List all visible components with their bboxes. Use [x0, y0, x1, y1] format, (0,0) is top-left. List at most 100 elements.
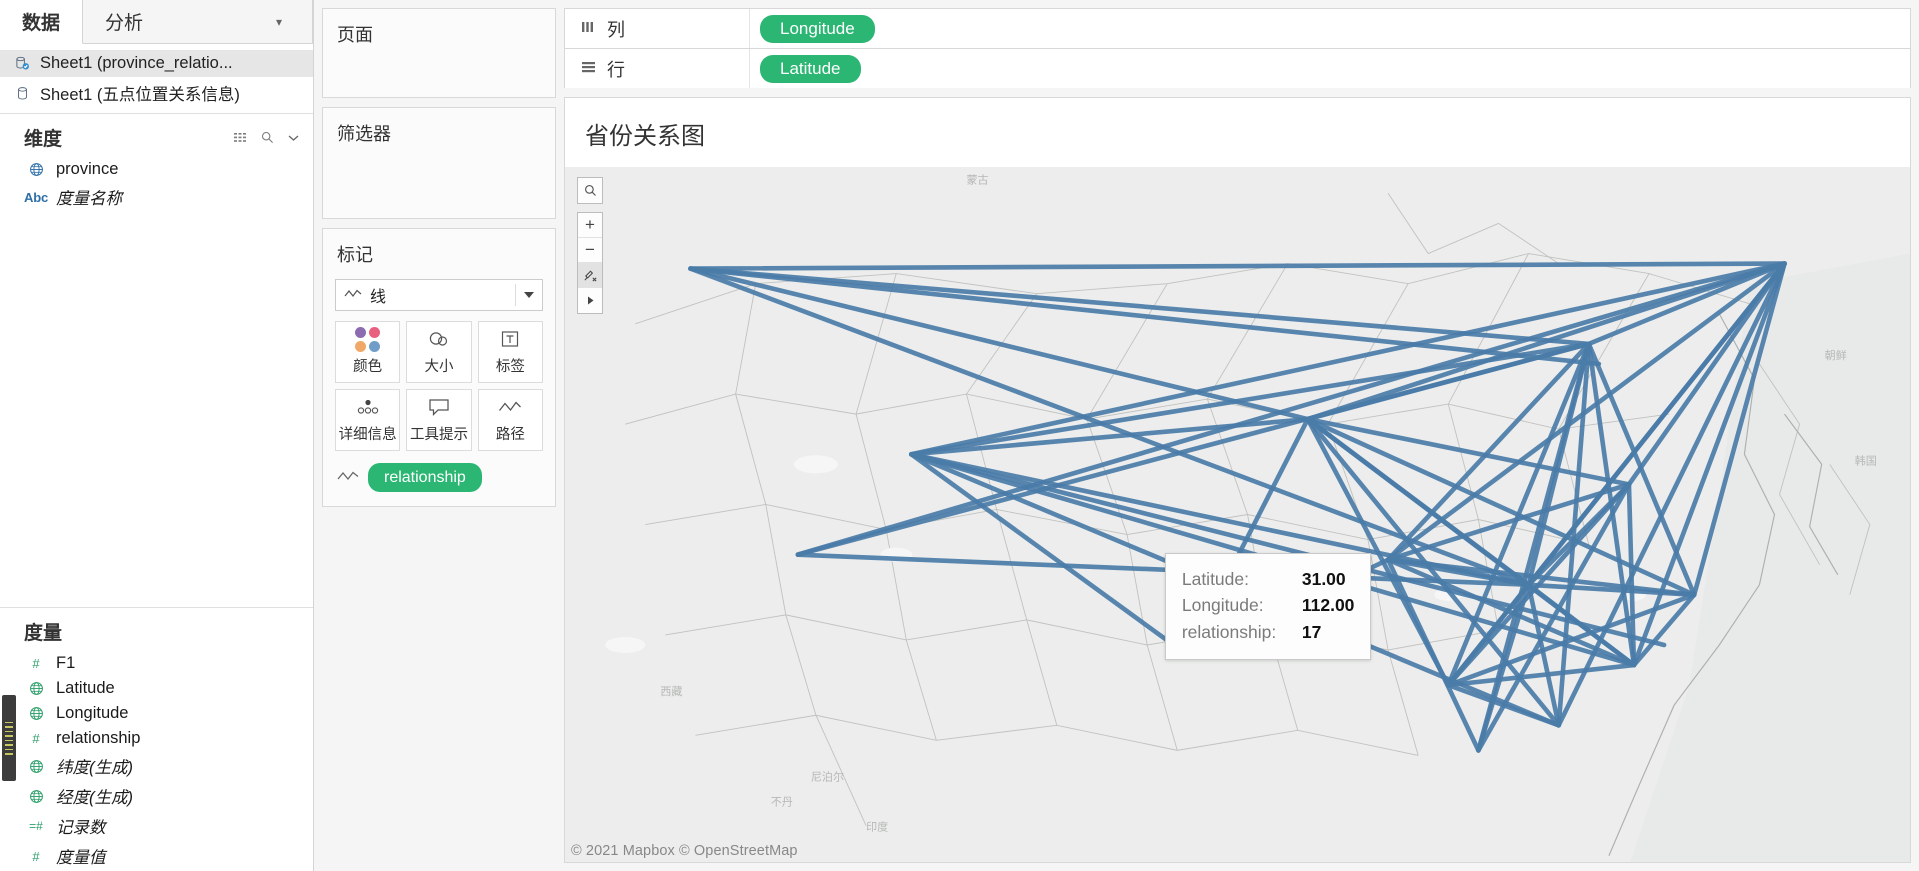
- marks-card: 标记 线 颜色 大小 标签 详细信息 工具提示 路径 relationship: [322, 228, 556, 508]
- tooltip-row-latitude: Latitude: 31.00: [1182, 566, 1355, 593]
- globe-icon: [26, 706, 46, 721]
- marks-pill-relationship[interactable]: relationship: [368, 463, 482, 493]
- tab-analytics[interactable]: 分析 ▾: [83, 0, 313, 43]
- rows-drop-zone[interactable]: Latitude: [750, 54, 1910, 83]
- field-label: Longitude: [56, 704, 129, 722]
- pane-resize-handle[interactable]: [2, 695, 16, 781]
- path-line-icon: [498, 396, 522, 418]
- filters-card[interactable]: 筛选器: [322, 107, 556, 219]
- field-record-count[interactable]: =# 记录数: [0, 811, 313, 841]
- field-province[interactable]: province: [0, 157, 313, 182]
- field-label: 纬度(生成): [56, 759, 133, 777]
- size-circles-icon: [427, 328, 451, 350]
- database-icon: [14, 85, 31, 102]
- tooltip-value: 112.00: [1301, 595, 1355, 616]
- field-label: relationship: [56, 729, 141, 747]
- globe-icon: [26, 162, 46, 177]
- tooltip-value: 17: [1301, 621, 1322, 642]
- abc-icon: Abc: [24, 189, 48, 205]
- label-button[interactable]: 标签: [477, 321, 543, 383]
- field-label: province: [56, 160, 119, 178]
- page-title: 省份关系图: [565, 98, 1910, 167]
- chevron-down-icon[interactable]: [285, 130, 301, 146]
- detail-button[interactable]: 详细信息: [335, 389, 401, 451]
- rows-icon: [581, 58, 597, 79]
- tooltip-button[interactable]: 工具提示: [406, 389, 472, 451]
- expand-arrow-icon[interactable]: [578, 288, 602, 313]
- field-latitude-generated[interactable]: 纬度(生成): [0, 751, 313, 781]
- field-measure-values[interactable]: # 度量值: [0, 841, 313, 871]
- rows-shelf-label: 行: [565, 49, 750, 88]
- columns-shelf[interactable]: 列 Longitude: [564, 8, 1911, 48]
- datasource-item-province-relation[interactable]: Sheet1 (province_relatio...: [0, 50, 313, 77]
- label-button-label: 标签: [495, 359, 525, 375]
- mark-type-label: 线: [370, 289, 387, 306]
- map-tooltip: Latitude: 31.00 Longitude: 112.00 relati…: [1164, 552, 1372, 660]
- worksheet-view: 列 Longitude 行 Latitude 省份关系图 蒙古 朝鲜 韩国 西藏…: [564, 0, 1919, 871]
- rows-label-text: 行: [607, 59, 625, 80]
- tooltip-key: Longitude:: [1181, 595, 1264, 616]
- globe-icon: [26, 789, 46, 804]
- zoom-out-icon[interactable]: −: [578, 238, 602, 263]
- dimensions-header: 维度: [0, 114, 313, 157]
- relationship-lines[interactable]: [565, 167, 1910, 862]
- datasource-item-five-point[interactable]: Sheet1 (五点位置关系信息): [0, 77, 313, 109]
- search-icon[interactable]: [578, 178, 602, 203]
- field-label: Latitude: [56, 679, 115, 697]
- tooltip-row-longitude: Longitude: 112.00: [1182, 592, 1355, 619]
- path-button-label: 路径: [495, 427, 525, 443]
- count-number-icon: =#: [29, 819, 43, 833]
- tooltip-row-relationship: relationship: 17: [1182, 619, 1355, 646]
- pages-title: 页面: [337, 25, 373, 45]
- dimensions-tools: [233, 130, 301, 146]
- viz-canvas: 省份关系图 蒙古 朝鲜 韩国 西藏 尼泊尔 印度 不丹 + − Latitude…: [564, 97, 1911, 863]
- color-button-label: 颜色: [353, 359, 383, 375]
- columns-shelf-label: 列: [565, 9, 750, 48]
- columns-icon: [581, 18, 597, 39]
- map-attribution: © 2021 Mapbox © OpenStreetMap: [571, 843, 798, 859]
- field-label: 经度(生成): [56, 789, 133, 807]
- chevron-down-icon[interactable]: [524, 292, 534, 298]
- grid-view-icon[interactable]: [233, 130, 249, 146]
- columns-label-text: 列: [607, 19, 625, 40]
- path-line-icon: [337, 469, 359, 487]
- columns-pill-longitude[interactable]: Longitude: [760, 14, 875, 43]
- size-button-label: 大小: [424, 359, 454, 375]
- search-icon[interactable]: [259, 130, 275, 146]
- color-button[interactable]: 颜色: [335, 321, 401, 383]
- marks-encoding-row: relationship: [323, 451, 555, 493]
- label-icon: [501, 328, 519, 350]
- datasource-list: Sheet1 (province_relatio... Sheet1 (五点位置…: [0, 44, 313, 114]
- dimensions-title: 维度: [24, 129, 63, 150]
- cards-column: 页面 筛选器 标记 线 颜色 大小 标签 详细信息 工具提示 路径 relati…: [314, 0, 564, 871]
- field-f1[interactable]: # F1: [0, 651, 313, 676]
- tab-resize-icon[interactable]: ▾: [276, 15, 290, 29]
- marks-buttons: 颜色 大小 标签 详细信息 工具提示 路径: [323, 321, 555, 451]
- datasource-label: Sheet1 (五点位置关系信息): [40, 86, 240, 104]
- tab-data[interactable]: 数据: [0, 0, 84, 44]
- clear-pins-icon[interactable]: [578, 263, 602, 288]
- globe-icon: [26, 681, 46, 696]
- globe-icon: [26, 759, 46, 774]
- rows-pill-latitude[interactable]: Latitude: [760, 54, 861, 83]
- map-container[interactable]: 蒙古 朝鲜 韩国 西藏 尼泊尔 印度 不丹 + − Latitude: 31.0…: [565, 167, 1910, 862]
- field-latitude[interactable]: Latitude: [0, 676, 313, 701]
- columns-drop-zone[interactable]: Longitude: [750, 14, 1910, 43]
- map-zoom-box: + −: [577, 212, 603, 314]
- zoom-in-icon[interactable]: +: [578, 213, 602, 238]
- tooltip-bubble-icon: [428, 396, 450, 418]
- field-relationship[interactable]: # relationship: [0, 726, 313, 751]
- pages-card[interactable]: 页面: [322, 8, 556, 98]
- dropdown-divider: [515, 284, 516, 306]
- rows-shelf[interactable]: 行 Latitude: [564, 48, 1911, 88]
- tab-analytics-label: 分析: [105, 13, 144, 34]
- mark-type-dropdown[interactable]: 线: [335, 279, 543, 311]
- path-button[interactable]: 路径: [477, 389, 543, 451]
- database-active-icon: [14, 55, 31, 72]
- field-longitude[interactable]: Longitude: [0, 701, 313, 726]
- field-longitude-generated[interactable]: 经度(生成): [0, 781, 313, 811]
- field-label: F1: [56, 654, 76, 672]
- field-measure-names[interactable]: Abc 度量名称: [0, 182, 313, 212]
- field-label: 记录数: [56, 819, 106, 837]
- size-button[interactable]: 大小: [406, 321, 472, 383]
